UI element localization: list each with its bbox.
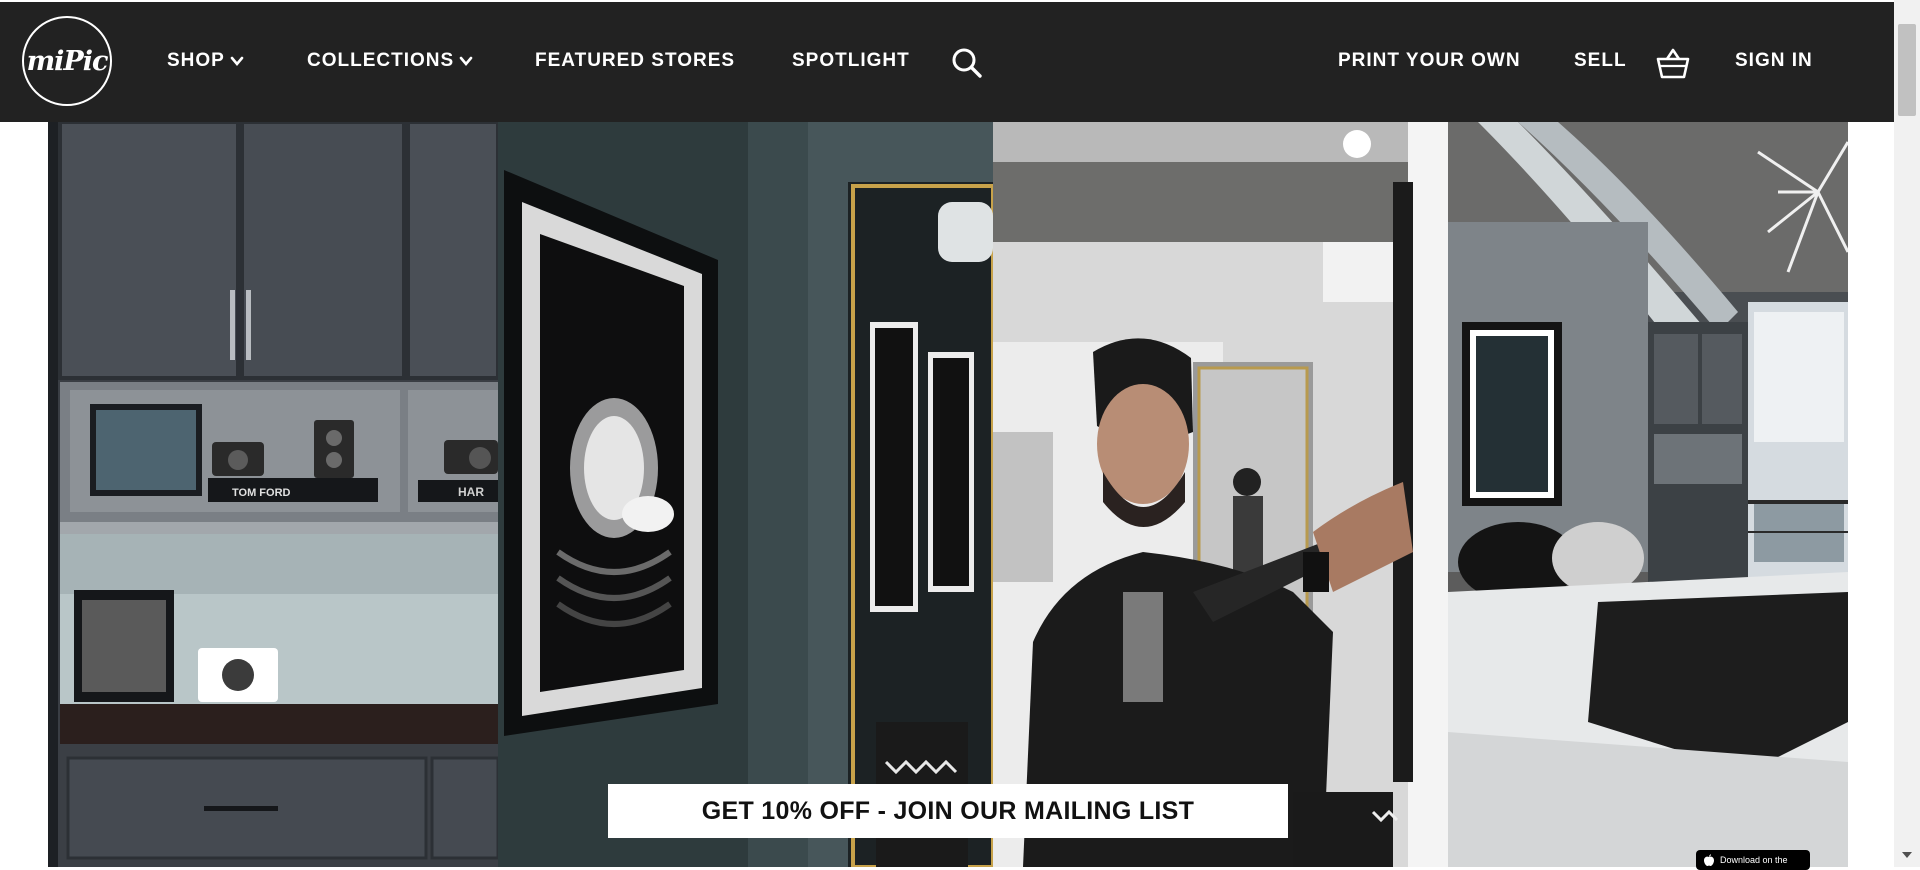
nav-featured-stores-label: FEATURED STORES <box>535 50 736 71</box>
hero-photo-man-hanging-print <box>993 122 1448 867</box>
page-scrollbar[interactable] <box>1894 0 1920 867</box>
nav-spotlight[interactable]: SPOTLIGHT <box>792 46 910 76</box>
app-store-badge[interactable]: Download on the <box>1696 850 1810 870</box>
mailing-list-signup-button[interactable]: GET 10% OFF - JOIN OUR MAILING LIST <box>608 784 1288 838</box>
logo-text: miPic <box>26 45 109 77</box>
nav-collections-label: COLLECTIONS <box>307 50 455 71</box>
scroll-down-arrow-icon[interactable] <box>1901 851 1913 859</box>
apple-icon <box>1704 854 1714 866</box>
basket-icon[interactable] <box>1655 46 1691 80</box>
nav-featured-stores[interactable]: FEATURED STORES <box>535 46 735 76</box>
logo[interactable]: miPic <box>22 16 112 106</box>
nav-shop-label: SHOP <box>167 50 225 71</box>
nav-spotlight-label: SPOTLIGHT <box>792 50 910 71</box>
hero-photo-framed-print <box>498 122 993 867</box>
shelf-book-title-2: HAR <box>458 485 484 499</box>
shelf-book-title: TOM FORD <box>232 487 291 499</box>
hero-banner: TOM FORD HAR <box>48 122 1848 867</box>
nav-print-your-own[interactable]: PRINT YOUR OWN <box>1338 46 1521 76</box>
nav-sell[interactable]: SELL <box>1574 46 1627 76</box>
nav-sign-in-label: SIGN IN <box>1735 50 1813 71</box>
top-navigation-bar: miPic SHOP COLLECTIONS FEATURED STORES S… <box>0 2 1894 122</box>
nav-sign-in[interactable]: SIGN IN <box>1735 46 1813 76</box>
framed-print-photo <box>498 122 993 867</box>
hero-photo-cabinet-shelves: TOM FORD HAR <box>48 122 498 867</box>
chevron-down-icon <box>230 56 244 67</box>
chevron-down-icon <box>459 56 473 67</box>
nav-sell-label: SELL <box>1574 50 1627 71</box>
bedroom-photo <box>1448 122 1848 867</box>
scrollbar-thumb[interactable] <box>1898 24 1916 116</box>
nav-collections[interactable]: COLLECTIONS <box>307 46 474 76</box>
cabinet-shelves-photo: TOM FORD HAR <box>48 122 498 867</box>
nav-shop[interactable]: SHOP <box>167 46 245 76</box>
mailing-list-signup-label: GET 10% OFF - JOIN OUR MAILING LIST <box>701 796 1195 825</box>
nav-print-your-own-label: PRINT YOUR OWN <box>1338 50 1521 71</box>
search-icon[interactable] <box>951 47 983 79</box>
hero-photo-bedroom <box>1448 122 1848 867</box>
app-store-badge-text: Download on the <box>1720 855 1788 865</box>
man-hanging-print-photo <box>993 122 1448 867</box>
